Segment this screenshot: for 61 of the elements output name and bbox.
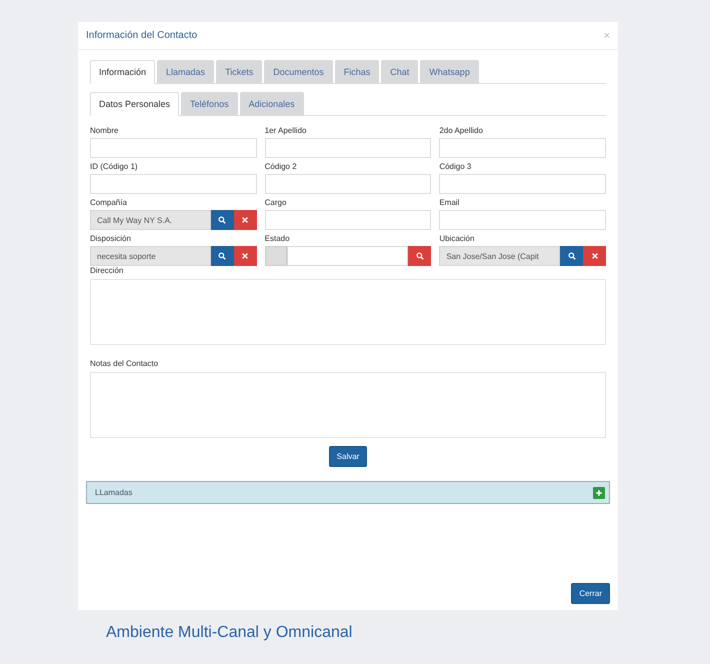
input-field[interactable]	[90, 174, 257, 194]
search-button[interactable]	[560, 246, 583, 266]
clear-button[interactable]	[234, 246, 257, 266]
text-area[interactable]	[90, 279, 606, 345]
clear-button[interactable]	[583, 246, 606, 266]
tab[interactable]: Whatsapp	[420, 60, 479, 84]
tab[interactable]: Documentos	[264, 60, 333, 84]
input-field[interactable]	[286, 246, 408, 266]
input-field[interactable]	[439, 210, 606, 230]
field-label: 2do Apellido	[439, 126, 484, 135]
tab[interactable]: Adicionales	[240, 92, 304, 116]
field-label: Notas del Contacto	[90, 359, 160, 368]
field-label: 1er Apellido	[264, 126, 308, 135]
field-label: Cargo	[264, 198, 288, 207]
tab[interactable]: Datos Personales	[90, 92, 180, 116]
search-button[interactable]	[408, 246, 432, 266]
search-icon	[218, 216, 226, 224]
add-button[interactable]	[593, 486, 605, 498]
tab[interactable]: Llamadas	[157, 60, 214, 84]
panel-title: LLamadas	[95, 488, 132, 497]
save-button[interactable]: Salvar	[328, 446, 368, 467]
clear-button[interactable]	[234, 210, 257, 230]
input-field[interactable]: Call My Way NY S.A.	[90, 210, 211, 230]
tab[interactable]: Tickets	[216, 60, 262, 84]
addon	[264, 246, 287, 266]
field-label: Código 3	[439, 162, 472, 171]
input-field[interactable]	[264, 174, 432, 194]
input-field[interactable]	[264, 138, 432, 158]
input-field[interactable]: San Jose/San Jose (Capit	[439, 246, 560, 266]
search-button[interactable]	[210, 210, 234, 230]
input-field[interactable]	[90, 138, 257, 158]
tab[interactable]: Fichas	[334, 60, 380, 84]
input-field[interactable]	[439, 138, 606, 158]
field-label: Nombre	[90, 126, 120, 135]
tab[interactable]: Chat	[381, 60, 418, 84]
search-button[interactable]	[210, 246, 234, 266]
input-field[interactable]	[439, 174, 606, 194]
search-icon	[568, 252, 576, 260]
input-field[interactable]	[264, 210, 432, 230]
dialog-title: Información del Contacto	[86, 30, 198, 41]
input-field[interactable]: necesita soporte	[90, 246, 211, 266]
field-label: Compañía	[90, 198, 128, 207]
search-icon	[218, 252, 226, 260]
field-label: Estado	[264, 234, 291, 243]
plus-icon	[595, 488, 603, 496]
field-label: Dirección	[90, 266, 124, 275]
close-button[interactable]: ×	[604, 30, 610, 42]
field-label: Disposición	[90, 234, 132, 243]
field-label: Código 2	[264, 162, 298, 171]
tab[interactable]: Teléfonos	[181, 92, 238, 116]
close-icon	[590, 252, 598, 260]
close-icon	[241, 216, 250, 224]
close-icon	[241, 252, 250, 260]
field-label: Ubicación	[439, 234, 476, 243]
tab[interactable]: Información	[90, 60, 156, 84]
field-label: ID (Código 1)	[90, 162, 139, 171]
close-button[interactable]: Cerrar	[571, 583, 610, 604]
field-label: Email	[439, 198, 460, 207]
caption: Ambiente Multi-Canal y Omnicanal	[106, 624, 354, 642]
search-icon	[416, 252, 424, 260]
text-area[interactable]	[90, 372, 606, 438]
